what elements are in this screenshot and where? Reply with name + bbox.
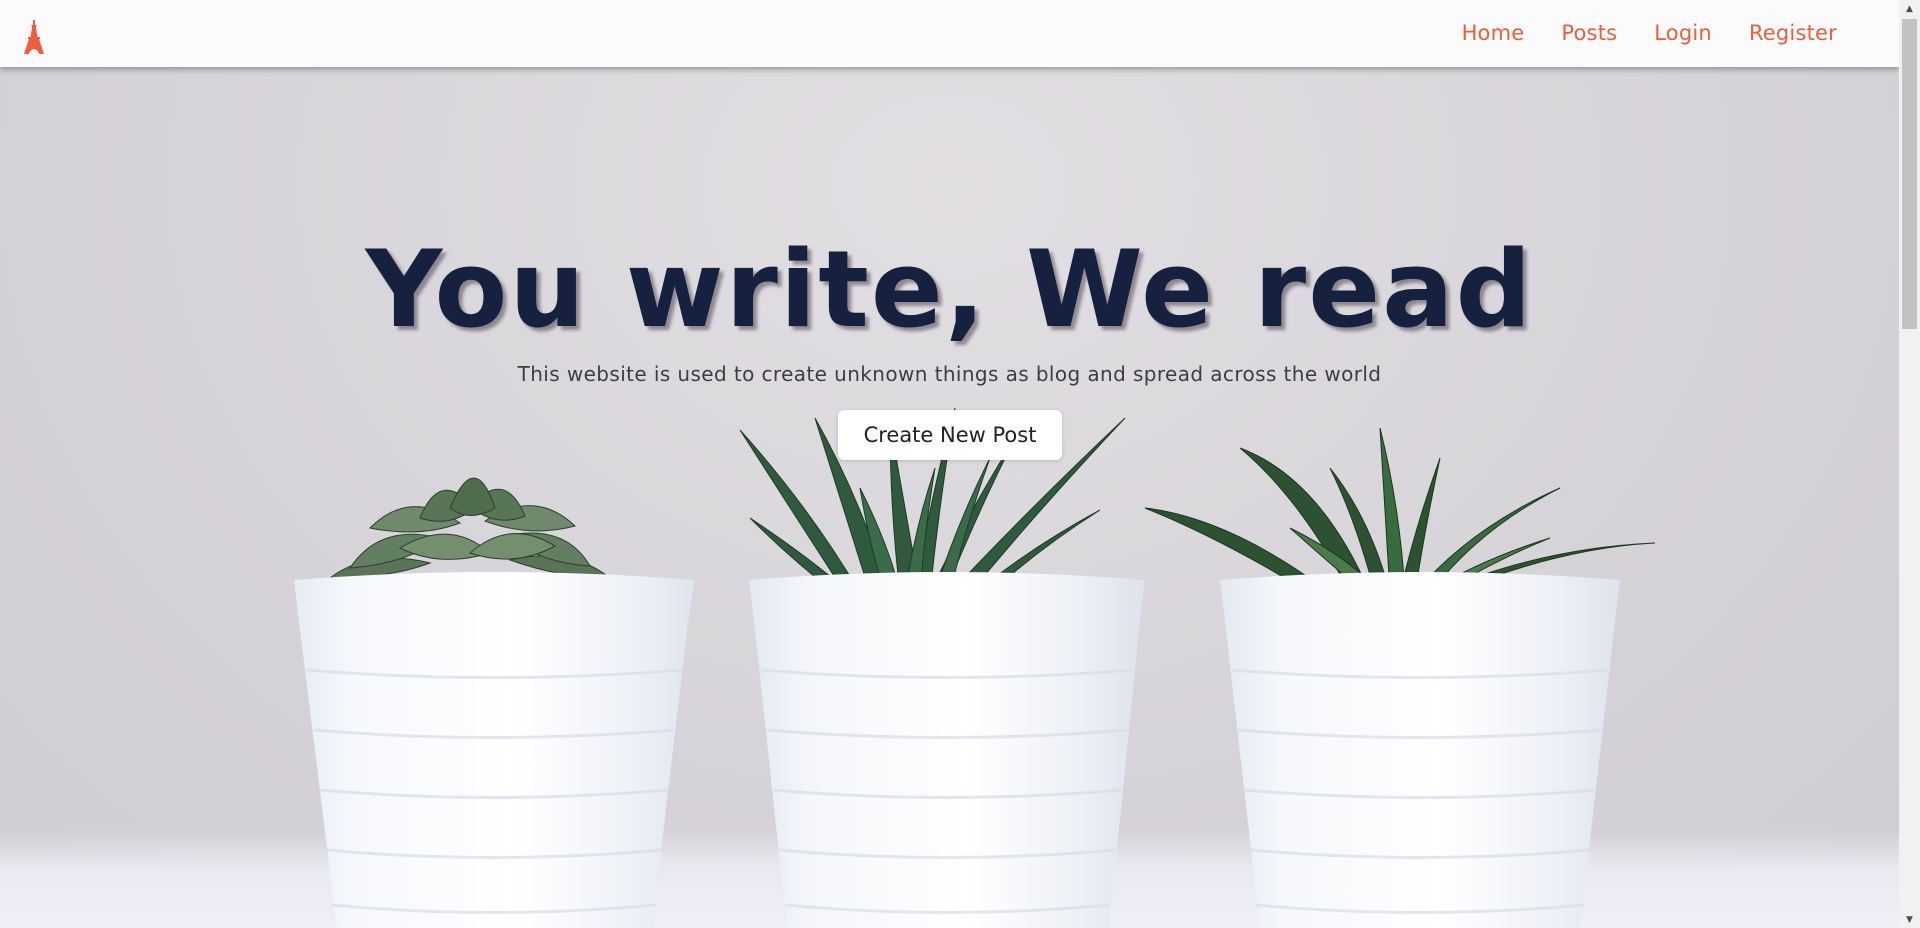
scroll-up-arrow-icon[interactable]: ▲	[1899, 0, 1920, 17]
vertical-scrollbar[interactable]: ▲ ▼	[1899, 0, 1920, 928]
hero-subtitle: This website is used to create unknown t…	[517, 362, 1382, 386]
navbar: Home Posts Login Register	[0, 0, 1899, 67]
eiffel-tower-icon[interactable]	[22, 20, 46, 54]
nav-link-register[interactable]: Register	[1749, 21, 1837, 45]
white-pot-middle	[749, 572, 1145, 928]
white-pot-right	[1220, 572, 1620, 928]
hero-title: You write, We read	[365, 228, 1534, 351]
scrollbar-thumb[interactable]	[1902, 19, 1917, 329]
scroll-down-arrow-icon[interactable]: ▼	[1899, 911, 1920, 928]
nav-link-posts[interactable]: Posts	[1561, 21, 1617, 45]
nav-link-home[interactable]: Home	[1462, 21, 1525, 45]
white-pot-left	[294, 572, 694, 928]
create-new-post-button[interactable]: Create New Post	[838, 410, 1062, 460]
nav-link-login[interactable]: Login	[1654, 21, 1712, 45]
nav-links: Home Posts Login Register	[1462, 21, 1837, 45]
page: You write, We read This website is used …	[0, 0, 1899, 928]
